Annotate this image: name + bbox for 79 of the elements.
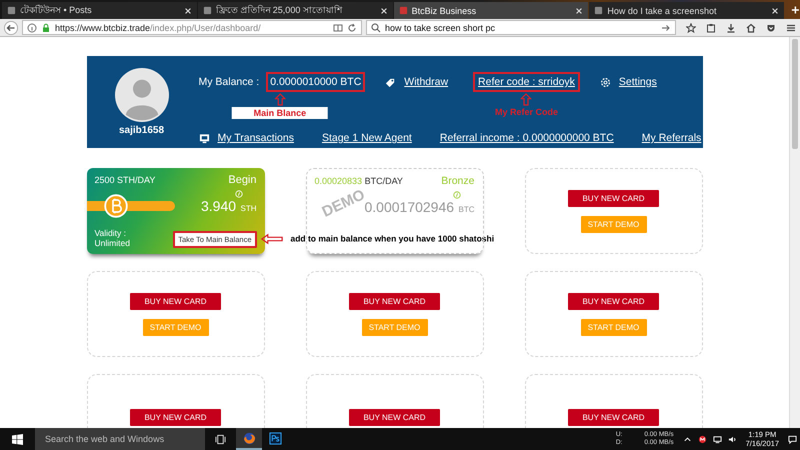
taskbar-app[interactable] bbox=[236, 428, 262, 450]
monitor-icon bbox=[198, 132, 210, 144]
m-badge-icon[interactable] bbox=[698, 434, 707, 444]
header-link[interactable]: Refer code : srridoyk bbox=[473, 72, 580, 92]
arrow-icon[interactable] bbox=[661, 22, 671, 32]
close-icon[interactable] bbox=[380, 6, 388, 14]
card-amount: 3.940 bbox=[201, 198, 236, 214]
buy-card-button[interactable]: BUY NEW CARD bbox=[568, 190, 659, 206]
download-icon[interactable] bbox=[726, 22, 736, 32]
annotation-text: add to main balance when you have 1000 shatoshi bbox=[290, 234, 494, 244]
card-rate: 2500 STH/DAY bbox=[94, 175, 156, 185]
search-icon bbox=[371, 22, 381, 32]
back-icon[interactable] bbox=[4, 20, 18, 34]
browser-tab[interactable]: টেকটিউনস • Posts bbox=[2, 2, 197, 19]
buy-card-button[interactable]: BUY NEW CARD bbox=[568, 292, 659, 310]
annotation-label: My Refer Code bbox=[494, 107, 558, 117]
browser-tab[interactable]: BtcBiz Business bbox=[394, 2, 588, 19]
header-link[interactable]: Stage 1 New Agent bbox=[316, 128, 417, 148]
menu-icon[interactable] bbox=[786, 22, 796, 32]
lock-icon bbox=[41, 22, 51, 32]
buy-card-button[interactable]: BUY NEW CARD bbox=[349, 292, 440, 310]
card-unit: BTC bbox=[458, 205, 474, 214]
home-icon[interactable] bbox=[746, 22, 756, 32]
page-icon bbox=[398, 6, 408, 15]
buy-card-button[interactable]: BUY NEW CARD bbox=[349, 408, 440, 426]
annotation-label: Main Blance bbox=[232, 107, 328, 119]
reload-icon[interactable] bbox=[347, 22, 357, 32]
up-arrow-icon bbox=[274, 93, 286, 106]
buy-card-button[interactable]: BUY NEW CARD bbox=[130, 292, 221, 310]
up-arrow-icon bbox=[520, 93, 532, 106]
search-field[interactable]: how to take screen short pc bbox=[366, 20, 676, 35]
validity-text: Unlimited bbox=[94, 238, 130, 248]
monitor-icon[interactable] bbox=[712, 434, 722, 444]
coin-icon bbox=[234, 190, 242, 198]
clipboard-icon[interactable] bbox=[706, 22, 716, 32]
scrollbar[interactable] bbox=[789, 37, 800, 428]
photo-editor-icon bbox=[268, 432, 282, 444]
close-icon[interactable] bbox=[184, 6, 192, 14]
buy-card-button[interactable]: BUY NEW CARD bbox=[130, 408, 221, 426]
close-icon[interactable] bbox=[771, 6, 780, 14]
username: sajib1658 bbox=[118, 125, 164, 136]
bitcoin-stripe-icon bbox=[86, 194, 174, 218]
validity-text: Validity : bbox=[94, 229, 127, 239]
balance-label: My Balance : bbox=[198, 75, 260, 90]
globe-fox-icon bbox=[242, 432, 256, 444]
tier-label: Bronze bbox=[441, 175, 474, 187]
tier-label: Begin bbox=[228, 174, 256, 186]
star-icon[interactable] bbox=[686, 22, 696, 32]
page-icon bbox=[594, 6, 604, 15]
settings-icon bbox=[600, 76, 611, 88]
header-link[interactable]: Referral income : 0.0000000000 BTC bbox=[434, 128, 619, 148]
header-link[interactable]: My Referrals bbox=[636, 128, 706, 148]
pocket-icon[interactable] bbox=[766, 22, 776, 32]
close-icon[interactable] bbox=[575, 6, 584, 14]
buy-card-button[interactable]: BUY NEW CARD bbox=[568, 408, 659, 426]
info-icon bbox=[27, 22, 37, 32]
speaker-icon[interactable] bbox=[728, 434, 737, 444]
address-field[interactable]: https://www.btcbiz.trade/index.php/User/dashboard/ bbox=[22, 20, 362, 35]
windows-logo-icon[interactable] bbox=[12, 434, 23, 444]
coin-icon bbox=[452, 191, 460, 199]
browser-tab[interactable]: ফ্রিতে প্রতিদিন 25,000 সাতোয়াশি bbox=[198, 2, 393, 19]
card-amount: 0.0001702946 bbox=[364, 199, 454, 215]
page-icon bbox=[202, 6, 212, 15]
search-field[interactable]: Search the web and Windows bbox=[35, 428, 205, 450]
notification-icon[interactable] bbox=[788, 434, 797, 444]
header-link[interactable]: My Transactions bbox=[212, 128, 299, 148]
header-link[interactable]: Withdraw bbox=[399, 72, 454, 92]
browser-tab[interactable]: How do I take a screenshot bbox=[589, 2, 784, 19]
balance-value: 0.0000010000 BTC bbox=[266, 72, 366, 92]
task-view-icon[interactable] bbox=[215, 434, 226, 444]
plus-icon[interactable] bbox=[791, 5, 800, 15]
card-unit: STH bbox=[240, 204, 256, 213]
header-link[interactable]: Settings bbox=[614, 72, 662, 92]
reader-icon[interactable] bbox=[333, 22, 343, 32]
tag-icon bbox=[385, 76, 396, 88]
avatar-icon bbox=[114, 68, 168, 122]
left-arrow-icon bbox=[260, 233, 282, 244]
page-icon bbox=[7, 6, 16, 15]
card-rate: 0.00020833 BTC/DAY bbox=[314, 176, 403, 186]
